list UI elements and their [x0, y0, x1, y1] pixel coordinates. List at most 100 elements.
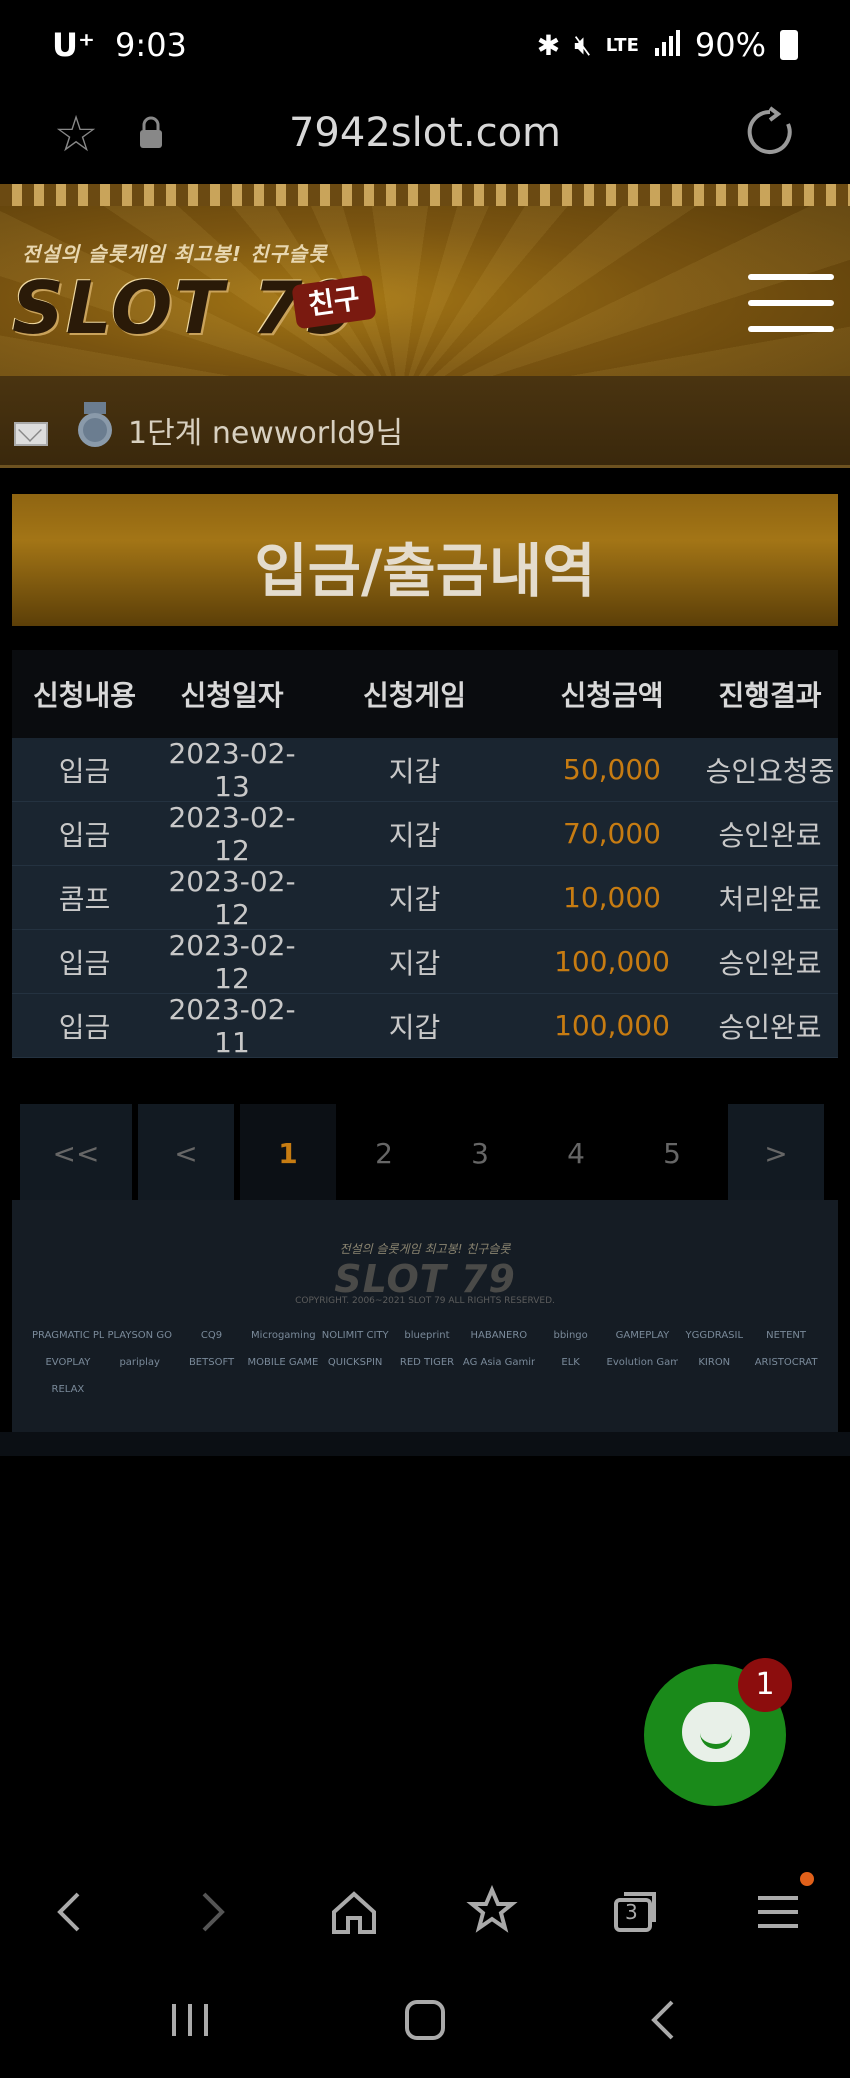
provider-logo: ARISTOCRAT	[754, 1357, 818, 1368]
cell-amount: 10,000	[563, 881, 661, 914]
page-prev-button[interactable]: <	[138, 1104, 234, 1204]
mute-icon: 🔇︎	[574, 28, 592, 61]
tabs-icon[interactable]: 3	[606, 1882, 666, 1942]
page-button-4[interactable]: 4	[528, 1104, 624, 1204]
network-type-label: LTE	[605, 34, 639, 56]
cell-game: 지갑	[388, 818, 441, 852]
provider-logo: QUICKSPIN	[327, 1357, 383, 1368]
page-next-button[interactable]: >	[728, 1104, 824, 1204]
column-header-game: 신청게임	[362, 679, 467, 712]
table-row: 입금 2023-02-12 지갑 70,000 승인완료	[12, 801, 838, 867]
cell-status: 승인요청중	[705, 754, 835, 788]
table-row: 입금 2023-02-12 지갑 100,000 승인완료	[12, 928, 838, 995]
table-row: 콤프 2023-02-12 지갑 10,000 처리완료	[12, 864, 838, 931]
recent-apps-icon[interactable]	[160, 1990, 220, 2050]
page-button-2[interactable]: 2	[336, 1104, 432, 1204]
reload-icon[interactable]	[742, 104, 798, 160]
level-medal-icon	[76, 402, 114, 448]
signal-icon	[653, 28, 681, 63]
provider-logo: PRAGMATIC PLAY	[32, 1330, 104, 1341]
forward-arrow-icon[interactable]	[182, 1882, 242, 1942]
provider-logo: KIRON	[698, 1357, 731, 1368]
table-header-row: 신청내용 신청일자 신청게임 신청금액 진행결과	[12, 650, 838, 738]
status-right: ✱ 🔇︎ LTE 90%	[537, 26, 798, 64]
footer-tagline: 전설의 슬롯게임 최고봉! 친구슬롯	[339, 1242, 511, 1256]
bookmarks-icon[interactable]	[464, 1882, 524, 1942]
site-header: 전설의 슬롯게임 최고봉! 친구슬롯 SLOT 79 친구	[0, 184, 850, 376]
cell-game: 지갑	[388, 1010, 441, 1044]
provider-logo: pariplay	[119, 1357, 160, 1368]
provider-logo: RELAX	[51, 1384, 85, 1395]
cell-type: 콤프	[58, 882, 111, 916]
menu-notification-dot	[800, 1872, 814, 1886]
cell-game: 지갑	[388, 946, 441, 980]
clock: 9:03	[115, 26, 187, 64]
provider-logo: Microgaming	[251, 1330, 316, 1341]
browser-bottom-nav: 3	[0, 1860, 850, 1960]
column-header-amount: 신청금액	[560, 679, 664, 712]
page-button-1[interactable]: 1	[240, 1104, 336, 1204]
provider-logo: bbingo	[553, 1330, 588, 1341]
page-button-3[interactable]: 3	[432, 1104, 528, 1204]
cell-date: 2023-02-12	[168, 928, 296, 995]
provider-logo: MOBILE GAMES	[247, 1357, 320, 1368]
system-back-icon[interactable]	[634, 1990, 694, 2050]
cell-status: 승인완료	[718, 1010, 822, 1044]
table-body: 입금 2023-02-13 지갑 50,000 승인요청중 입금 2023-02…	[12, 736, 838, 1059]
cell-type: 입금	[58, 946, 111, 980]
back-arrow-icon[interactable]	[40, 1882, 100, 1942]
site-logo[interactable]: 전설의 슬롯게임 최고봉! 친구슬롯 SLOT 79 친구	[12, 224, 402, 364]
url-field[interactable]: 7942slot.com	[0, 110, 850, 156]
hamburger-menu-icon[interactable]	[748, 274, 834, 338]
provider-logo: GAMEPLAY	[615, 1330, 670, 1341]
cell-game: 지갑	[388, 882, 441, 916]
cell-status: 승인완료	[718, 946, 822, 980]
user-greeting: 1단계 newworld9님	[128, 416, 404, 451]
provider-logo: HABANERO	[470, 1330, 528, 1341]
table-row: 입금 2023-02-13 지갑 50,000 승인요청중	[12, 736, 838, 803]
cell-type: 입금	[58, 818, 111, 852]
cell-amount: 100,000	[554, 1009, 670, 1042]
status-bar: U⁺ 9:03 ✱ 🔇︎ LTE 90%	[0, 0, 850, 92]
pagination: << < 1 2 3 4 5 >	[20, 1104, 830, 1204]
page-first-button[interactable]: <<	[20, 1104, 132, 1204]
footer-logo: 전설의 슬롯게임 최고봉! 친구슬롯 SLOT 79	[12, 1240, 838, 1301]
cell-date: 2023-02-11	[168, 992, 296, 1059]
cell-date: 2023-02-12	[168, 864, 296, 931]
footer-copyright: COPYRIGHT. 2006~2021 SLOT 79 ALL RIGHTS …	[295, 1296, 555, 1306]
home-icon[interactable]	[324, 1882, 384, 1942]
provider-logo: PLAYSON GO	[107, 1330, 172, 1341]
cell-status: 처리완료	[718, 882, 822, 916]
battery-percent: 90%	[694, 26, 766, 64]
table-row: 입금 2023-02-11 지갑 100,000 승인완료	[12, 992, 838, 1059]
provider-logo: EVOPLAY	[45, 1357, 91, 1368]
provider-logo: NETENT	[766, 1330, 806, 1341]
bluetooth-icon: ✱	[536, 28, 561, 62]
header-fringe	[0, 184, 850, 206]
footer-logo-text: SLOT 79	[334, 1257, 516, 1301]
history-table: 신청내용 신청일자 신청게임 신청금액 진행결과 입금 2023-02-13 지…	[12, 650, 838, 1059]
battery-icon	[780, 30, 798, 60]
page-button-5[interactable]: 5	[624, 1104, 720, 1204]
system-home-icon[interactable]	[395, 1990, 455, 2050]
footer-bottom-strip	[0, 1432, 850, 1456]
chat-notification-badge: 1	[738, 1658, 792, 1712]
cell-date: 2023-02-13	[168, 736, 296, 803]
column-header-date: 신청일자	[180, 679, 284, 712]
cell-status: 승인완료	[718, 818, 822, 852]
provider-logo: RED TIGER	[399, 1357, 455, 1368]
mail-icon[interactable]	[14, 422, 48, 446]
provider-logo: Evolution Gaming	[606, 1357, 679, 1368]
cell-amount: 70,000	[563, 817, 661, 850]
cell-type: 입금	[58, 754, 111, 788]
browser-menu-icon[interactable]	[748, 1882, 808, 1942]
logo-tagline: 전설의 슬롯게임 최고봉! 친구슬롯	[22, 242, 328, 266]
provider-logo: blueprint	[404, 1330, 450, 1341]
user-bar: 1단계 newworld9님	[0, 376, 850, 468]
cell-game: 지갑	[388, 754, 441, 788]
provider-logos: PRAGMATIC PLAY PLAYSON GO CQ9 Microgamin…	[32, 1330, 822, 1395]
column-header-type: 신청내용	[32, 679, 137, 712]
page-title: 입금/출금내역	[254, 537, 596, 605]
page-title-banner: 입금/출금내역	[12, 494, 838, 626]
site-footer: 전설의 슬롯게임 최고봉! 친구슬롯 SLOT 79 COPYRIGHT. 20…	[12, 1200, 838, 1432]
